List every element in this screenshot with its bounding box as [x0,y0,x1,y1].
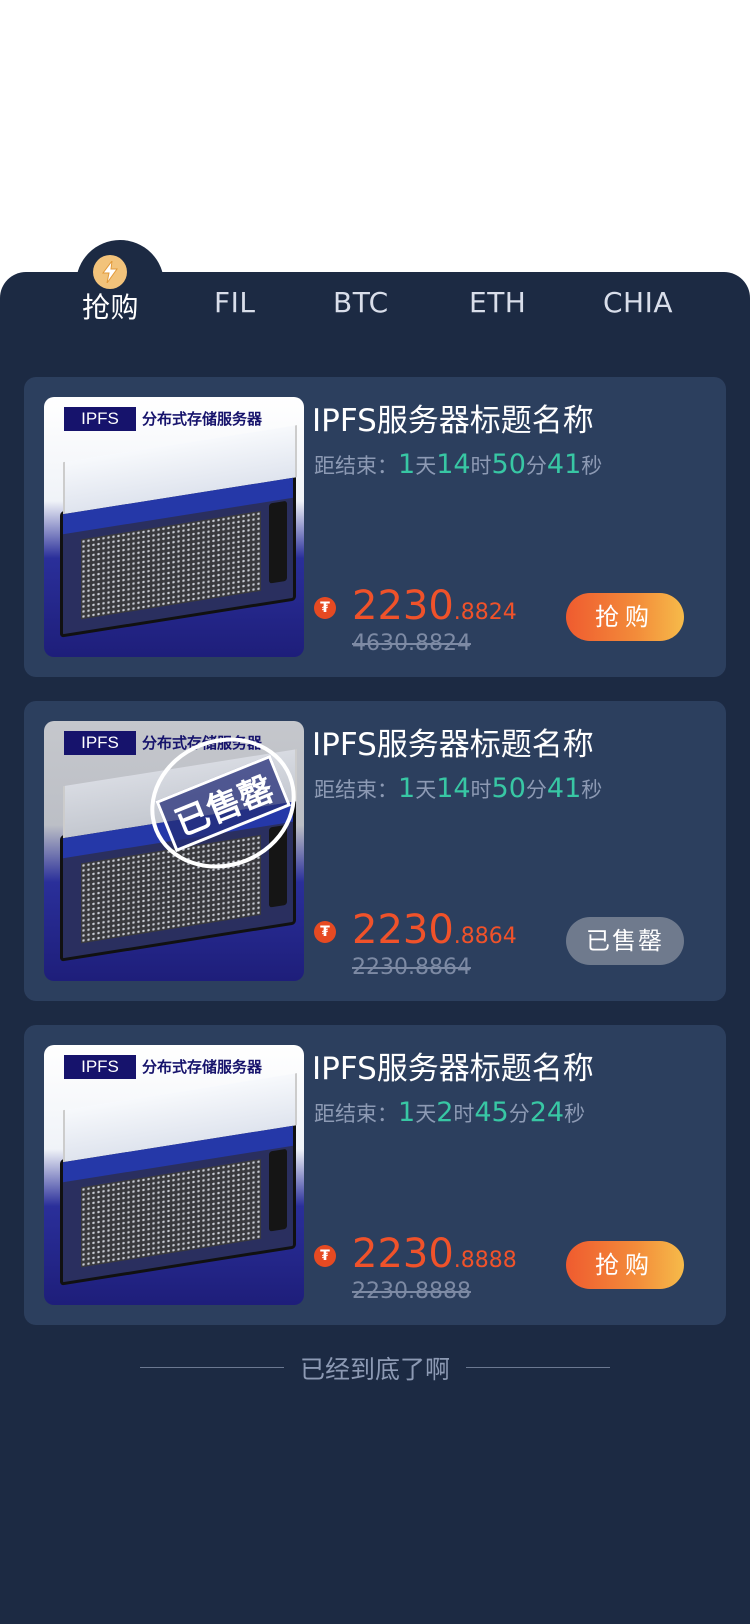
product-image: IPFS 分布式存储服务器 [44,397,304,657]
sold-out-button[interactable]: 已售罄 [566,917,684,965]
hour-unit: 时 [453,1102,475,1126]
second-unit: 秒 [564,1102,586,1126]
buy-button[interactable]: 抢购 [566,593,684,641]
tab-btc[interactable]: BTC [333,286,389,319]
image-subtitle: 分布式存储服务器 [142,410,263,428]
day-unit: 天 [415,778,437,802]
original-price: 4630.8824 [352,631,471,656]
server-illustration [60,1073,297,1286]
product-image: IPFS 分布式存储服务器 [44,1045,304,1305]
server-illustration [60,425,297,638]
current-price: 2230.8888 [352,1231,517,1277]
countdown-days: 1 [398,773,416,804]
price-decimal: .8864 [453,924,517,949]
stamp-text: 已售罄 [155,754,291,852]
countdown-days: 1 [398,1097,416,1128]
image-ipfs-label: IPFS [64,731,136,755]
current-price: 2230.8864 [352,907,517,953]
countdown: 距结束：1天2时45分24秒 [314,1097,585,1128]
original-price: 2230.8888 [352,1279,471,1304]
countdown-label: 距结束： [314,1102,398,1126]
top-blank-area [0,0,750,240]
countdown-hours: 2 [436,1097,454,1128]
countdown-minutes: 45 [474,1097,509,1128]
minute-unit: 分 [525,454,547,478]
tab-qianggou[interactable]: 抢购 [82,286,139,326]
countdown: 距结束：1天14时50分41秒 [314,773,602,804]
lightning-icon [93,255,127,289]
price-decimal: .8824 [453,600,517,625]
current-price: 2230.8824 [352,583,517,629]
price-decimal: .8888 [453,1248,517,1273]
countdown-hours: 14 [436,773,471,804]
tether-coin-icon: ₮ [314,597,336,619]
product-card[interactable]: IPFS 分布式存储服务器 IPFS服务器标题名称 距结束：1天14时50分41… [24,377,726,677]
tab-chia[interactable]: CHIA [603,286,673,319]
tether-coin-icon: ₮ [314,1245,336,1267]
countdown-seconds: 41 [546,449,582,480]
hour-unit: 时 [470,454,492,478]
minute-unit: 分 [508,1102,530,1126]
image-subtitle: 分布式存储服务器 [142,1058,263,1076]
second-unit: 秒 [581,778,603,802]
image-ipfs-label: IPFS [64,407,136,431]
image-ipfs-label: IPFS [64,1055,136,1079]
countdown-label: 距结束： [314,454,398,478]
price-integer: 2230 [352,907,454,953]
divider-right [466,1367,610,1368]
original-price: 2230.8864 [352,955,471,980]
countdown-label: 距结束： [314,778,398,802]
category-tabs: 抢购 FIL BTC ETH CHIA [0,286,750,342]
countdown-minutes: 50 [491,449,526,480]
tab-fil[interactable]: FIL [214,286,255,319]
product-card[interactable]: IPFS 分布式存储服务器 已售罄 IPFS服务器标题名称 距结束：1天14时5… [24,701,726,1001]
hour-unit: 时 [470,778,492,802]
tether-coin-icon: ₮ [314,921,336,943]
day-unit: 天 [415,454,437,478]
product-title: IPFS服务器标题名称 [312,1051,594,1087]
price-integer: 2230 [352,1231,454,1277]
countdown: 距结束：1天14时50分41秒 [314,449,602,480]
countdown-minutes: 50 [491,773,526,804]
product-title: IPFS服务器标题名称 [312,403,594,439]
countdown-seconds: 41 [546,773,582,804]
countdown-seconds: 24 [529,1097,565,1128]
buy-button[interactable]: 抢购 [566,1241,684,1289]
product-title: IPFS服务器标题名称 [312,727,594,763]
tab-eth[interactable]: ETH [469,286,526,319]
second-unit: 秒 [581,454,603,478]
end-of-list-text: 已经到底了啊 [299,1355,450,1384]
countdown-hours: 14 [436,449,471,480]
product-image: IPFS 分布式存储服务器 已售罄 [44,721,304,981]
minute-unit: 分 [525,778,547,802]
product-card[interactable]: IPFS 分布式存储服务器 IPFS服务器标题名称 距结束：1天2时45分24秒… [24,1025,726,1325]
day-unit: 天 [415,1102,437,1126]
countdown-days: 1 [398,449,416,480]
price-integer: 2230 [352,583,454,629]
